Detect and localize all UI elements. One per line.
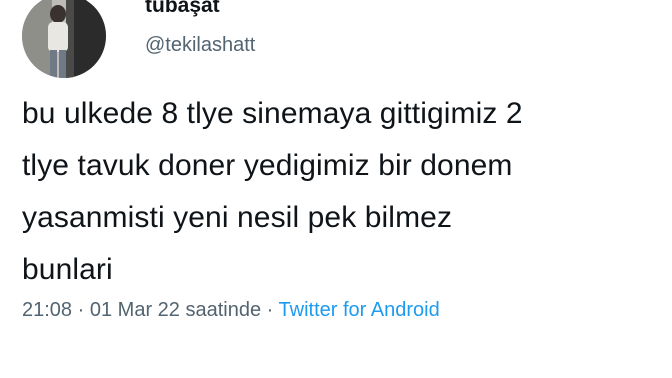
avatar-photo xyxy=(22,0,106,78)
user-handle[interactable]: @tekilashatt xyxy=(145,34,255,57)
tweet-date[interactable]: 01 Mar 22 saatinde xyxy=(90,299,261,321)
tweet-card: tubaşat @tekilashatt bu ulkede 8 tlye si… xyxy=(0,0,672,378)
tweet-text-line: bunlari xyxy=(22,253,113,286)
tweet-text-line: yasanmisti yeni nesil pek bilmez xyxy=(22,201,453,234)
tweet-text-line: bu ulkede 8 tlye sinemaya gittigimiz 2 xyxy=(22,97,523,130)
tweet-text: bu ulkede 8 tlye sinemaya gittigimiz 2 t… xyxy=(22,88,667,296)
tweet-time[interactable]: 21:08 xyxy=(22,299,72,321)
display-name[interactable]: tubaşat xyxy=(145,0,220,18)
tweet-text-line: tlye tavuk doner yedigimiz bir donem xyxy=(22,149,513,182)
meta-separator: · xyxy=(266,299,274,321)
tweet-metadata: 21:08 · 01 Mar 22 saatinde · Twitter for… xyxy=(22,299,440,322)
meta-separator: · xyxy=(77,299,85,321)
tweet-source-link[interactable]: Twitter for Android xyxy=(279,299,440,321)
avatar[interactable] xyxy=(22,0,106,78)
